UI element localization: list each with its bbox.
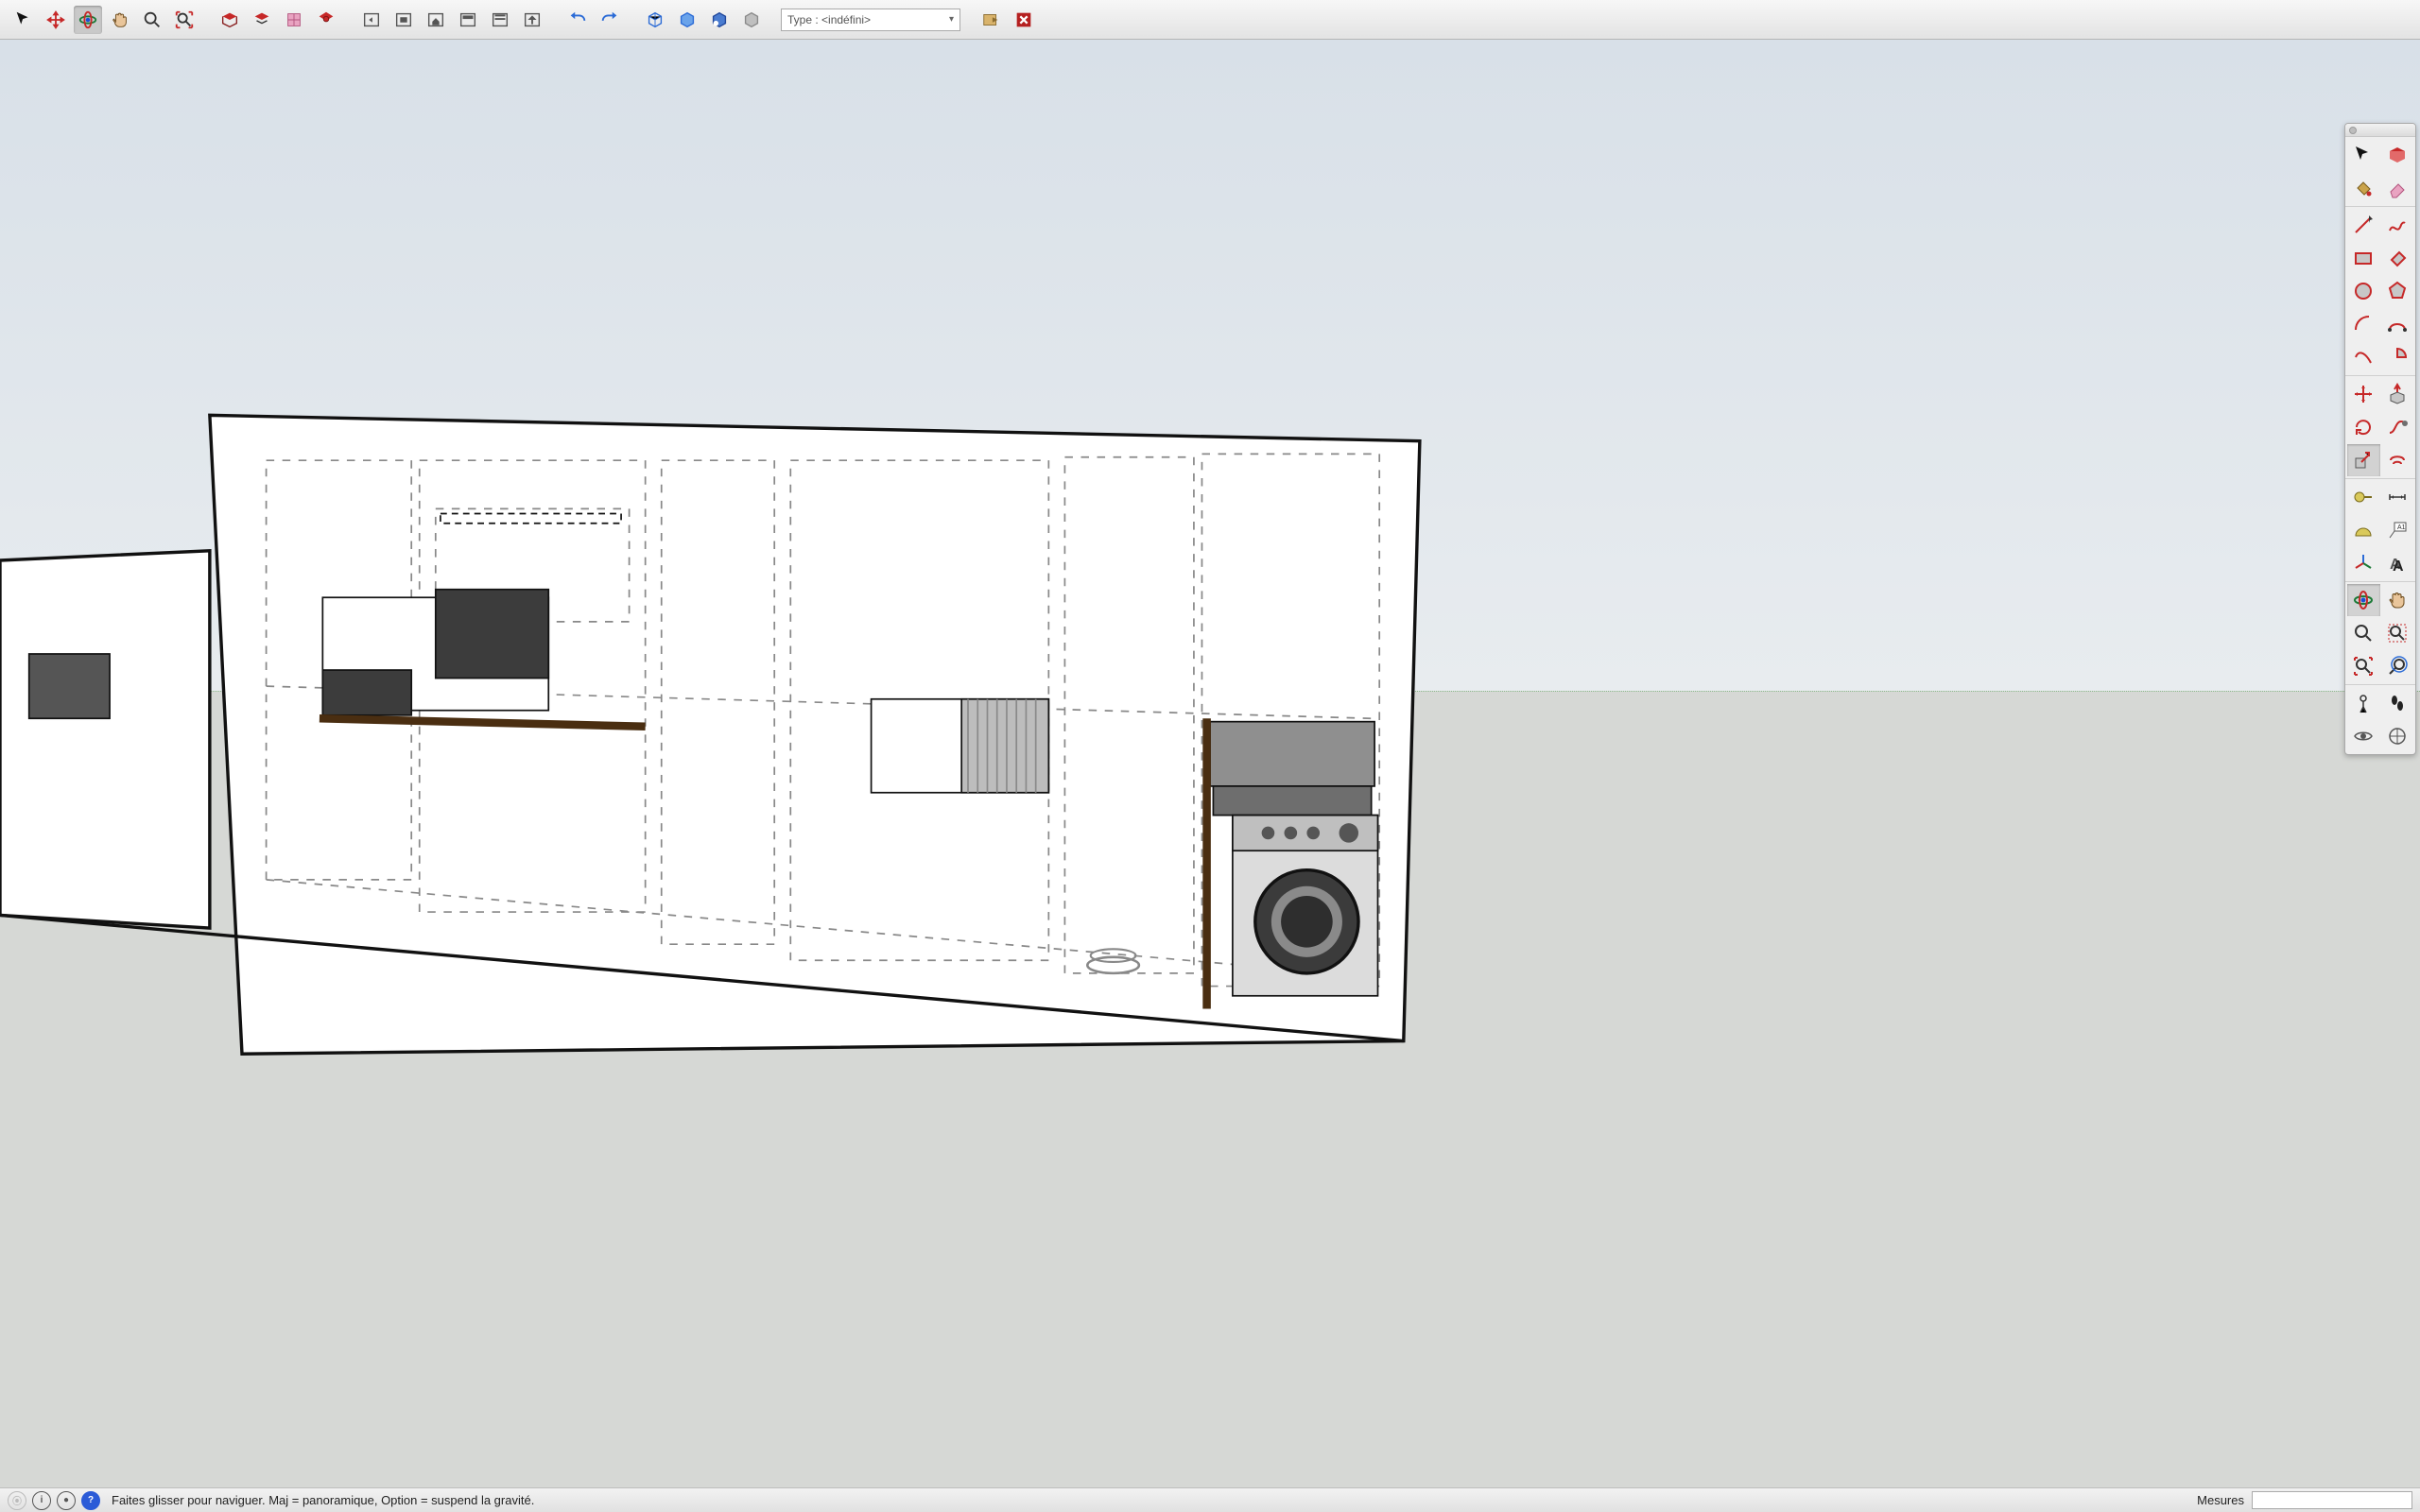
type-dropdown-label: Type : <indéfini> bbox=[787, 13, 871, 26]
follow-me-icon[interactable] bbox=[2381, 411, 2414, 443]
viewport-3d[interactable]: A1 AA bbox=[0, 40, 2420, 1487]
section-display[interactable] bbox=[248, 6, 276, 34]
protractor-icon[interactable] bbox=[2347, 514, 2380, 546]
palette-group-walkthrough bbox=[2345, 685, 2415, 754]
palette-close-icon[interactable] bbox=[2349, 127, 2357, 134]
move-tool[interactable] bbox=[42, 6, 70, 34]
zoom-extents-tool[interactable] bbox=[170, 6, 199, 34]
validate[interactable] bbox=[977, 6, 1006, 34]
component-1[interactable] bbox=[641, 6, 669, 34]
make-component-icon[interactable] bbox=[2381, 139, 2414, 171]
select-tool[interactable] bbox=[9, 6, 38, 34]
position-camera-icon[interactable] bbox=[2347, 687, 2380, 719]
pan-icon[interactable] bbox=[2381, 584, 2414, 616]
palette-group-drawing bbox=[2345, 207, 2415, 376]
move-icon[interactable] bbox=[2347, 378, 2380, 410]
two-point-arc-icon[interactable] bbox=[2381, 308, 2414, 340]
pie-icon[interactable] bbox=[2381, 341, 2414, 373]
axes-icon[interactable] bbox=[2347, 547, 2380, 579]
rotated-rectangle-icon[interactable] bbox=[2381, 242, 2414, 274]
dimension-icon[interactable] bbox=[2381, 481, 2414, 513]
component-2[interactable] bbox=[673, 6, 701, 34]
measures-input[interactable] bbox=[2252, 1491, 2412, 1509]
circle-icon[interactable] bbox=[2347, 275, 2380, 307]
zoom-window-icon[interactable] bbox=[2381, 617, 2414, 649]
zoom-tool[interactable] bbox=[138, 6, 166, 34]
window-home[interactable] bbox=[422, 6, 450, 34]
svg-text:A1: A1 bbox=[2397, 524, 2406, 531]
three-point-arc-icon[interactable] bbox=[2347, 341, 2380, 373]
window-next[interactable] bbox=[389, 6, 418, 34]
tape-measure-icon[interactable] bbox=[2347, 481, 2380, 513]
palette-titlebar[interactable] bbox=[2345, 124, 2415, 137]
push-pull-icon[interactable] bbox=[2381, 378, 2414, 410]
zoom-icon[interactable] bbox=[2347, 617, 2380, 649]
status-bar: ⦿ i ● ? Faites glisser pour naviguer. Ma… bbox=[0, 1487, 2420, 1512]
arc-icon[interactable] bbox=[2347, 308, 2380, 340]
palette-group-construction: A1 AA bbox=[2345, 479, 2415, 582]
polygon-icon[interactable] bbox=[2381, 275, 2414, 307]
previous-view-icon[interactable] bbox=[2381, 650, 2414, 682]
ground-plane bbox=[0, 691, 2420, 1487]
window-reset[interactable] bbox=[518, 6, 546, 34]
offset-icon[interactable] bbox=[2381, 444, 2414, 476]
user-profile-icon[interactable]: ● bbox=[57, 1491, 76, 1510]
cancel[interactable] bbox=[1010, 6, 1038, 34]
undo[interactable] bbox=[563, 6, 592, 34]
palette-group-camera bbox=[2345, 582, 2415, 685]
color-by-layer[interactable] bbox=[312, 6, 340, 34]
svg-text:A: A bbox=[2393, 558, 2404, 575]
rectangle-icon[interactable] bbox=[2347, 242, 2380, 274]
palette-group-edit bbox=[2345, 376, 2415, 479]
status-hint: Faites glisser pour naviguer. Maj = pano… bbox=[112, 1493, 2191, 1507]
text-icon[interactable]: A1 bbox=[2381, 514, 2414, 546]
window-prev[interactable] bbox=[357, 6, 386, 34]
measures-label: Mesures bbox=[2197, 1493, 2244, 1507]
help-icon[interactable]: ? bbox=[81, 1491, 100, 1510]
geo-location-icon[interactable]: ⦿ bbox=[8, 1491, 26, 1510]
sky-background bbox=[0, 40, 2420, 691]
window-new[interactable] bbox=[486, 6, 514, 34]
tool-palette: A1 AA bbox=[2344, 123, 2416, 755]
component-4[interactable] bbox=[737, 6, 766, 34]
paint-bucket-icon[interactable] bbox=[2347, 172, 2380, 204]
section-plane-icon[interactable] bbox=[2381, 720, 2414, 752]
orbit-icon[interactable] bbox=[2347, 584, 2380, 616]
type-dropdown[interactable]: Type : <indéfini> ▾ bbox=[781, 9, 960, 31]
component-3[interactable] bbox=[705, 6, 734, 34]
look-around-icon[interactable] bbox=[2347, 720, 2380, 752]
three-d-text-icon[interactable]: AA bbox=[2381, 547, 2414, 579]
palette-group-principal bbox=[2345, 137, 2415, 207]
rotate-icon[interactable] bbox=[2347, 411, 2380, 443]
chevron-down-icon: ▾ bbox=[949, 14, 954, 25]
orbit-tool[interactable] bbox=[74, 6, 102, 34]
line-icon[interactable] bbox=[2347, 209, 2380, 241]
hidden-geometry[interactable] bbox=[280, 6, 308, 34]
pan-tool[interactable] bbox=[106, 6, 134, 34]
freehand-icon[interactable] bbox=[2381, 209, 2414, 241]
eraser-icon[interactable] bbox=[2381, 172, 2414, 204]
redo[interactable] bbox=[596, 6, 624, 34]
select-tool-icon[interactable] bbox=[2347, 139, 2380, 171]
top-toolbar: Type : <indéfini> ▾ bbox=[0, 0, 2420, 40]
horizon-axis bbox=[0, 691, 2420, 692]
window-fit[interactable] bbox=[454, 6, 482, 34]
scale-icon[interactable] bbox=[2347, 444, 2380, 476]
zoom-extents-icon[interactable] bbox=[2347, 650, 2380, 682]
walk-icon[interactable] bbox=[2381, 687, 2414, 719]
xray-style[interactable] bbox=[216, 6, 244, 34]
credits-info-icon[interactable]: i bbox=[32, 1491, 51, 1510]
